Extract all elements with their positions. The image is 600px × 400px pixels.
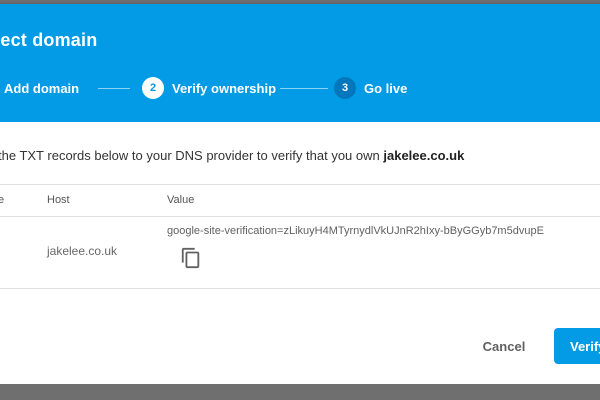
domain-name: jakelee.co.uk [383,148,465,163]
connect-domain-dialog: nnect domain Add domain 2 Verify ownersh… [0,4,600,384]
table-row: jakelee.co.uk google-site-verification=z… [0,215,600,289]
copy-icon[interactable] [180,246,202,270]
step-connector [98,88,130,89]
stepper: Add domain 2 Verify ownership 3 Go live [0,76,600,102]
step-go-live: 3 Go live [334,76,407,100]
record-host: jakelee.co.uk [47,244,118,258]
dialog-title: nnect domain [0,30,98,50]
column-header-value: Value [167,194,195,206]
instruction-text: the TXT records below to your DNS provid… [0,148,464,163]
records-table-header: e Host Value [0,184,600,217]
instruction-prefix: the TXT records below to your DNS provid… [0,148,380,163]
step-go-live-label: Go live [364,80,408,96]
column-header-host: Host [47,194,70,206]
step-add-domain: Add domain [4,76,79,100]
step-verify-ownership: 2 Verify ownership [142,76,276,100]
cancel-button[interactable]: Cancel [476,328,532,364]
step-verify-ownership-label: Verify ownership [172,80,277,96]
step-connector [280,88,328,89]
verify-button[interactable]: Verify [554,328,600,364]
dialog-header: nnect domain Add domain 2 Verify ownersh… [0,4,600,122]
step-add-domain-label: Add domain [4,80,80,96]
step-number-badge: 3 [334,77,356,99]
record-value[interactable]: google-site-verification=zLikuyH4MTyrnyd… [167,225,544,237]
column-header-type: e [0,194,5,206]
copy-icon-graphic [181,247,200,269]
step-number-badge: 2 [142,77,164,99]
overlay-backdrop [0,384,600,400]
